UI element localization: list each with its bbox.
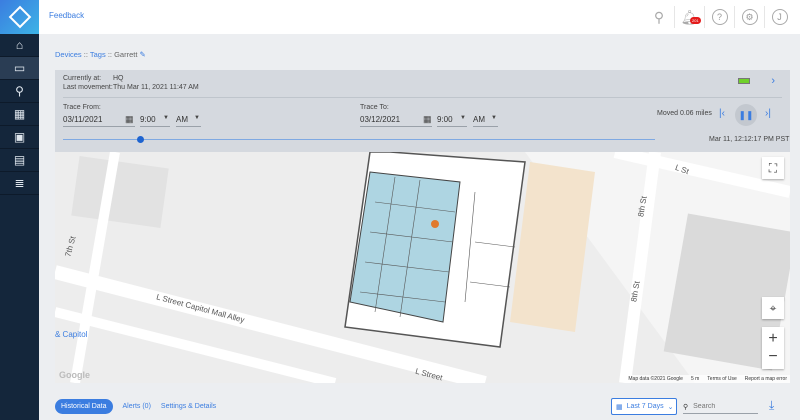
help-icon[interactable]: ? — [704, 6, 734, 28]
search-field[interactable]: ⚲ — [683, 400, 758, 414]
dropdown-caret-icon: ▼ — [491, 115, 497, 121]
zoom-controls[interactable]: + − — [762, 327, 784, 369]
last-movement-label: Last movement: — [63, 84, 113, 91]
pause-button[interactable]: ❚❚ — [735, 104, 757, 126]
poi-label[interactable]: & Capitol — [55, 330, 87, 339]
battery-icon — [738, 78, 750, 84]
devices-icon[interactable]: ▭ — [0, 57, 39, 80]
search-input[interactable] — [693, 403, 749, 410]
current-timestamp: Mar 11, 12:12:17 PM PST — [709, 136, 790, 143]
bell-icon[interactable]: 🔔︎ 201 — [674, 6, 704, 28]
tab-alerts[interactable]: Alerts (0) — [123, 403, 151, 410]
distance-moved: Moved 0.06 miles — [657, 110, 712, 117]
reports-icon[interactable]: ≣ — [0, 172, 39, 195]
breadcrumb-devices[interactable]: Devices — [55, 50, 82, 59]
breadcrumb: Devices :: Tags :: Garrett ✎ — [55, 50, 146, 59]
trace-from-label: Trace From: — [63, 104, 101, 111]
breadcrumb-name: Garrett — [114, 50, 138, 59]
recenter-button[interactable]: ⌖ — [762, 297, 784, 319]
date-range-select[interactable]: ▦ Last 7 Days ⌄ — [611, 398, 677, 415]
home-icon[interactable]: ⌂ — [0, 34, 39, 57]
download-icon[interactable]: ⤓ — [769, 398, 774, 413]
breadcrumb-tags[interactable]: Tags — [90, 50, 106, 59]
calendar-icon: ▦ — [616, 403, 623, 411]
breadcrumb-sep: :: — [81, 50, 90, 59]
skip-end-button[interactable]: ›| — [765, 108, 771, 119]
skip-start-button[interactable]: |‹ — [719, 108, 725, 119]
monitor-icon[interactable]: ▣ — [0, 126, 39, 149]
chevron-down-icon: ⌄ — [667, 403, 674, 411]
feedback-link[interactable]: Feedback — [49, 11, 84, 20]
timeline-slider[interactable] — [63, 139, 655, 140]
location-pin-icon[interactable]: ⚲ — [0, 80, 39, 103]
map[interactable]: L St 8th St 7th St L Street Capitol Mall… — [55, 152, 790, 383]
dropdown-caret-icon: ▼ — [163, 115, 169, 121]
divider — [63, 97, 782, 98]
map-scale: 5 m — [690, 376, 700, 382]
date-range-value: Last 7 Days — [626, 403, 664, 410]
terms-link[interactable]: Terms of Use — [707, 376, 736, 382]
map-data-attribution: Map data ©2021 Google — [628, 376, 683, 382]
calendar-icon[interactable]: ▦ — [125, 114, 134, 125]
currently-at-label: Currently at: — [63, 75, 102, 82]
trace-panel: Currently at: HQ Last movement: Thu Mar … — [55, 70, 790, 152]
device-settings-icon[interactable]: ▤ — [0, 149, 39, 172]
dropdown-caret-icon: ▼ — [194, 115, 200, 121]
chevron-right-icon[interactable]: › — [771, 75, 775, 87]
fullscreen-button[interactable]: ⛶ — [762, 157, 784, 179]
gear-icon[interactable]: ⚙ — [734, 6, 764, 28]
calendar-icon[interactable]: ▦ — [423, 114, 432, 125]
notification-badge: 201 — [690, 17, 701, 24]
edit-pencil-icon[interactable]: ✎ — [140, 50, 146, 59]
logo-icon — [8, 5, 31, 29]
dropdown-caret-icon: ▼ — [460, 115, 466, 121]
user-avatar[interactable]: J — [764, 6, 794, 28]
search-icon[interactable]: ⚲ — [644, 6, 674, 28]
search-icon: ⚲ — [683, 403, 689, 411]
timeline-slider-handle[interactable] — [136, 136, 144, 143]
currently-at-value: HQ — [113, 75, 124, 82]
last-movement-value: Thu Mar 11, 2021 11:47 AM — [113, 84, 199, 91]
google-logo: Google — [59, 370, 90, 380]
zoom-out-button[interactable]: − — [768, 348, 777, 366]
sidebar: ⌂ ▭ ⚲ ▦ ▣ ▤ ≣ — [0, 0, 39, 420]
breadcrumb-sep: :: — [105, 50, 115, 59]
report-error-link[interactable]: Report a map error — [745, 376, 787, 382]
tab-settings-details[interactable]: Settings & Details — [161, 403, 216, 410]
map-search-icon[interactable]: ▦ — [0, 103, 39, 126]
bottom-tabs: Historical Data Alerts (0) Settings & De… — [55, 399, 216, 414]
zoom-in-button[interactable]: + — [768, 330, 777, 348]
logo[interactable] — [0, 0, 39, 34]
tab-historical-data[interactable]: Historical Data — [55, 399, 113, 414]
trace-to-label: Trace To: — [360, 104, 389, 111]
map-canvas — [55, 152, 790, 383]
trace-to-date-input[interactable]: 03/12/2021 — [360, 115, 432, 127]
top-bar: Feedback ⚲ 🔔︎ 201 ? ⚙ J — [39, 0, 800, 34]
